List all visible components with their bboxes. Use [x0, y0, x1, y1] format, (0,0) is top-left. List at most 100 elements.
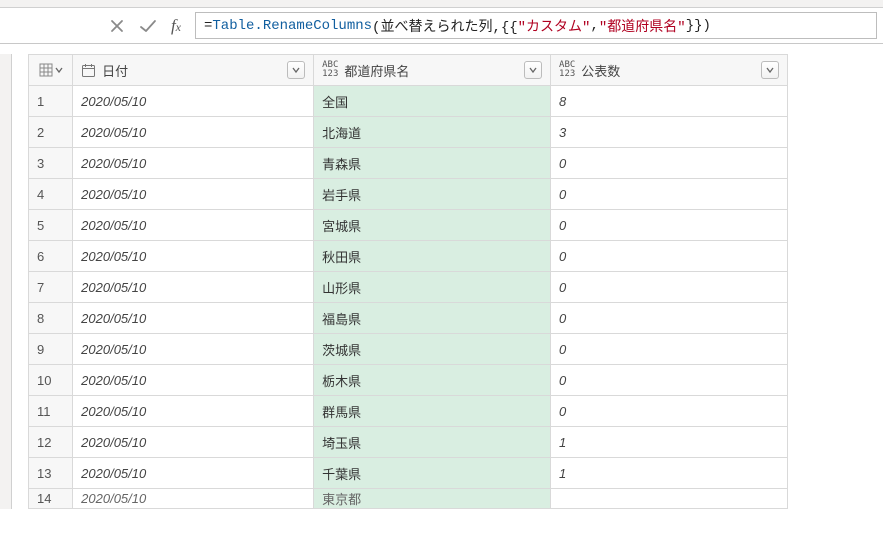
row-number[interactable]: 10	[29, 365, 73, 396]
cell-count[interactable]: 1	[551, 427, 788, 458]
cell-date[interactable]: 2020/05/10	[73, 179, 314, 210]
cell-date[interactable]: 2020/05/10	[73, 334, 314, 365]
row-number[interactable]: 6	[29, 241, 73, 272]
formula-fn: Table.RenameColumns	[212, 18, 372, 34]
column-header-count[interactable]: ABC 123 公表数	[551, 55, 788, 86]
cancel-icon[interactable]	[109, 18, 125, 34]
cell-count[interactable]: 0	[551, 303, 788, 334]
table-row[interactable]: 72020/05/10山形県0	[29, 272, 788, 303]
cell-count[interactable]	[551, 489, 788, 509]
cell-date[interactable]: 2020/05/10	[73, 303, 314, 334]
cell-prefecture[interactable]: 秋田県	[314, 241, 551, 272]
cell-count[interactable]: 0	[551, 241, 788, 272]
formula-bar: fx = Table.RenameColumns (並べ替えられた列,{{ "カ…	[0, 8, 883, 44]
cell-date[interactable]: 2020/05/10	[73, 427, 314, 458]
cell-count[interactable]: 8	[551, 86, 788, 117]
confirm-icon[interactable]	[139, 18, 157, 34]
any-type-icon: ABC 123	[322, 61, 338, 79]
cell-date[interactable]: 2020/05/10	[73, 117, 314, 148]
column-label-date: 日付	[102, 61, 128, 80]
column-header-date[interactable]: 日付	[73, 55, 314, 86]
formula-input[interactable]: = Table.RenameColumns (並べ替えられた列,{{ "カスタム…	[195, 12, 877, 39]
cell-date[interactable]: 2020/05/10	[73, 365, 314, 396]
cell-prefecture[interactable]: 栃木県	[314, 365, 551, 396]
table-row[interactable]: 92020/05/10茨城県0	[29, 334, 788, 365]
cell-prefecture[interactable]: 山形県	[314, 272, 551, 303]
filter-button-count[interactable]	[761, 61, 779, 79]
cell-date[interactable]: 2020/05/10	[73, 396, 314, 427]
table-row[interactable]: 22020/05/10北海道3	[29, 117, 788, 148]
cell-prefecture[interactable]: 青森県	[314, 148, 551, 179]
chevron-down-icon	[766, 66, 774, 74]
table-row[interactable]: 42020/05/10岩手県0	[29, 179, 788, 210]
data-table: 日付 ABC 123 都道府県名	[28, 54, 788, 509]
select-all-corner[interactable]	[29, 55, 73, 86]
table-row[interactable]: 102020/05/10栃木県0	[29, 365, 788, 396]
table-row[interactable]: 32020/05/10青森県0	[29, 148, 788, 179]
cell-count[interactable]: 0	[551, 210, 788, 241]
cell-prefecture[interactable]: 茨城県	[314, 334, 551, 365]
calendar-icon	[81, 63, 96, 78]
table-icon	[39, 63, 53, 77]
table-row[interactable]: 62020/05/10秋田県0	[29, 241, 788, 272]
header-row: 日付 ABC 123 都道府県名	[29, 55, 788, 86]
cell-prefecture[interactable]: 全国	[314, 86, 551, 117]
filter-button-prefecture[interactable]	[524, 61, 542, 79]
row-number[interactable]: 8	[29, 303, 73, 334]
table-row[interactable]: 82020/05/10福島県0	[29, 303, 788, 334]
row-number[interactable]: 12	[29, 427, 73, 458]
row-number[interactable]: 4	[29, 179, 73, 210]
row-number[interactable]: 11	[29, 396, 73, 427]
formula-open: (並べ替えられた列,{{	[372, 16, 518, 36]
row-number[interactable]: 7	[29, 272, 73, 303]
cell-count[interactable]: 0	[551, 396, 788, 427]
cell-count[interactable]: 0	[551, 272, 788, 303]
cell-date[interactable]: 2020/05/10	[73, 86, 314, 117]
row-number[interactable]: 14	[29, 489, 73, 509]
cell-count[interactable]: 0	[551, 334, 788, 365]
cell-prefecture[interactable]: 福島県	[314, 303, 551, 334]
formula-comma: ,	[590, 18, 598, 34]
table-row[interactable]: 132020/05/10千葉県1	[29, 458, 788, 489]
cell-count[interactable]: 0	[551, 365, 788, 396]
cell-prefecture[interactable]: 群馬県	[314, 396, 551, 427]
cell-prefecture[interactable]: 千葉県	[314, 458, 551, 489]
table-row[interactable]: 12020/05/10全国8	[29, 86, 788, 117]
cell-prefecture[interactable]: 北海道	[314, 117, 551, 148]
table-row[interactable]: 112020/05/10群馬県0	[29, 396, 788, 427]
column-header-prefecture[interactable]: ABC 123 都道府県名	[314, 55, 551, 86]
row-number[interactable]: 5	[29, 210, 73, 241]
cell-count[interactable]: 0	[551, 148, 788, 179]
table-row[interactable]: 122020/05/10埼玉県1	[29, 427, 788, 458]
data-grid-area: 日付 ABC 123 都道府県名	[0, 54, 883, 509]
row-number[interactable]: 9	[29, 334, 73, 365]
cell-prefecture[interactable]: 埼玉県	[314, 427, 551, 458]
filter-button-date[interactable]	[287, 61, 305, 79]
cell-date[interactable]: 2020/05/10	[73, 148, 314, 179]
cell-count[interactable]: 1	[551, 458, 788, 489]
row-number[interactable]: 13	[29, 458, 73, 489]
cell-date[interactable]: 2020/05/10	[73, 210, 314, 241]
cell-date[interactable]: 2020/05/10	[73, 458, 314, 489]
left-gutter	[0, 54, 12, 509]
ribbon-edge	[0, 0, 883, 8]
cell-date[interactable]: 2020/05/10	[73, 272, 314, 303]
table-row[interactable]: 142020/05/10東京都	[29, 489, 788, 509]
table-body: 12020/05/10全国822020/05/10北海道332020/05/10…	[29, 86, 788, 509]
cell-count[interactable]: 0	[551, 179, 788, 210]
cell-count[interactable]: 3	[551, 117, 788, 148]
cell-prefecture[interactable]: 岩手県	[314, 179, 551, 210]
row-number[interactable]: 1	[29, 86, 73, 117]
cell-prefecture[interactable]: 宮城県	[314, 210, 551, 241]
fx-icon[interactable]: fx	[171, 16, 181, 36]
table-row[interactable]: 52020/05/10宮城県0	[29, 210, 788, 241]
chevron-down-icon	[292, 66, 300, 74]
formula-close: }})	[686, 18, 711, 34]
chevron-down-icon	[529, 66, 537, 74]
formula-str1: "カスタム"	[518, 16, 591, 36]
row-number[interactable]: 2	[29, 117, 73, 148]
cell-prefecture[interactable]: 東京都	[314, 489, 551, 509]
row-number[interactable]: 3	[29, 148, 73, 179]
cell-date[interactable]: 2020/05/10	[73, 241, 314, 272]
cell-date[interactable]: 2020/05/10	[73, 489, 314, 509]
